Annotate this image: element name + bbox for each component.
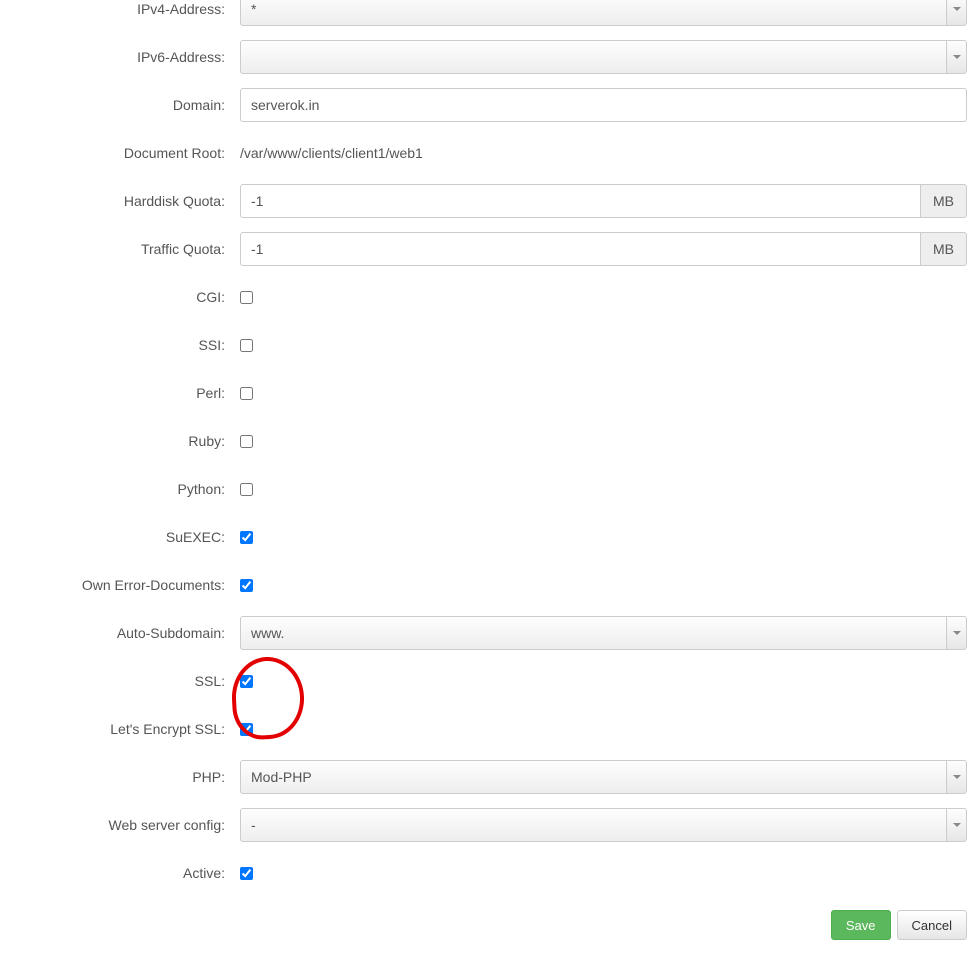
letsencrypt-label: Let's Encrypt SSL: — [0, 721, 240, 737]
ipv6-select-toggle[interactable] — [947, 40, 967, 74]
python-checkbox[interactable] — [240, 483, 253, 496]
harddisk-label: Harddisk Quota: — [0, 193, 240, 209]
domain-label: Domain: — [0, 97, 240, 113]
ipv4-select-toggle[interactable] — [947, 0, 967, 26]
ruby-label: Ruby: — [0, 433, 240, 449]
traffic-label: Traffic Quota: — [0, 241, 240, 257]
chevron-down-icon — [953, 7, 961, 11]
cgi-label: CGI: — [0, 289, 240, 305]
chevron-down-icon — [953, 775, 961, 779]
chevron-down-icon — [953, 631, 961, 635]
traffic-input[interactable] — [240, 232, 921, 266]
ssi-label: SSI: — [0, 337, 240, 353]
domain-input[interactable] — [240, 88, 967, 122]
python-label: Python: — [0, 481, 240, 497]
autosub-select[interactable]: www. — [240, 616, 947, 650]
ipv4-select[interactable]: * — [240, 0, 947, 26]
suexec-checkbox[interactable] — [240, 531, 253, 544]
php-label: PHP: — [0, 769, 240, 785]
ssi-checkbox[interactable] — [240, 339, 253, 352]
save-button[interactable]: Save — [831, 910, 891, 940]
errordocs-label: Own Error-Documents: — [0, 577, 240, 593]
ipv6-label: IPv6-Address: — [0, 49, 240, 65]
docroot-value: /var/www/clients/client1/web1 — [240, 145, 423, 161]
docroot-label: Document Root: — [0, 145, 240, 161]
active-label: Active: — [0, 865, 240, 881]
ssl-checkbox[interactable] — [240, 675, 253, 688]
perl-checkbox[interactable] — [240, 387, 253, 400]
suexec-label: SuEXEC: — [0, 529, 240, 545]
chevron-down-icon — [953, 823, 961, 827]
harddisk-input[interactable] — [240, 184, 921, 218]
ipv4-label: IPv4-Address: — [0, 1, 240, 17]
perl-label: Perl: — [0, 385, 240, 401]
chevron-down-icon — [953, 55, 961, 59]
webconfig-select[interactable]: - — [240, 808, 947, 842]
ipv6-select[interactable] — [240, 40, 947, 74]
errordocs-checkbox[interactable] — [240, 579, 253, 592]
autosub-select-toggle[interactable] — [947, 616, 967, 650]
autosub-label: Auto-Subdomain: — [0, 625, 240, 641]
cgi-checkbox[interactable] — [240, 291, 253, 304]
letsencrypt-checkbox[interactable] — [240, 723, 253, 736]
ssl-label: SSL: — [0, 673, 240, 689]
cancel-button[interactable]: Cancel — [897, 910, 967, 940]
webconfig-label: Web server config: — [0, 817, 240, 833]
traffic-unit: MB — [921, 232, 967, 266]
harddisk-unit: MB — [921, 184, 967, 218]
php-select-toggle[interactable] — [947, 760, 967, 794]
ruby-checkbox[interactable] — [240, 435, 253, 448]
active-checkbox[interactable] — [240, 867, 253, 880]
php-select[interactable]: Mod-PHP — [240, 760, 947, 794]
webconfig-select-toggle[interactable] — [947, 808, 967, 842]
